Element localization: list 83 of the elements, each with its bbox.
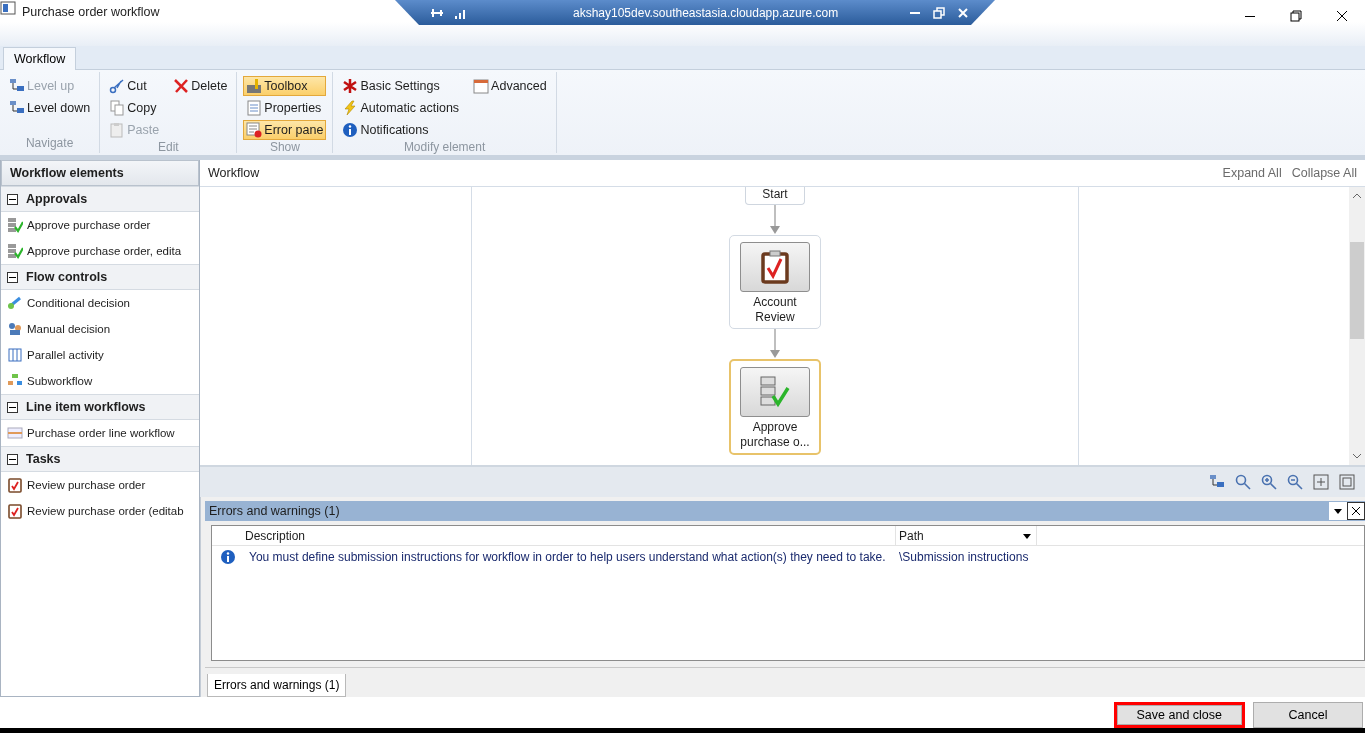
copy-icon xyxy=(109,100,126,116)
clipboard-check-icon xyxy=(7,477,23,493)
path-cell-text: \Submission instructions xyxy=(898,550,1029,564)
close-button[interactable] xyxy=(1347,502,1365,520)
panel-title: Workflow elements xyxy=(1,160,199,186)
group-label: Edit xyxy=(156,140,180,156)
delete-icon xyxy=(173,78,190,94)
pane-title: Errors and warnings (1) xyxy=(209,504,340,518)
approval-icon xyxy=(7,243,23,259)
approval-icon xyxy=(7,217,23,233)
collapse-toggle[interactable] xyxy=(7,453,18,465)
zoom-in-icon xyxy=(1261,474,1277,491)
app-icon xyxy=(0,0,16,16)
footer-button[interactable]: Cancel xyxy=(1253,702,1363,728)
element-item[interactable]: Purchase order line workflow xyxy=(1,420,199,446)
group-label: Navigate xyxy=(24,136,75,152)
element-item[interactable]: Review purchase order xyxy=(1,472,199,498)
section-label: Tasks xyxy=(26,452,61,466)
collapse-toggle[interactable] xyxy=(7,193,18,205)
clipboard-icon xyxy=(109,122,126,138)
section-label: Line item workflows xyxy=(26,400,146,414)
element-item[interactable]: Conditional decision xyxy=(1,290,199,316)
caret-icon xyxy=(1022,531,1032,540)
fit-icon xyxy=(1313,474,1329,491)
connector-arrow xyxy=(769,204,781,235)
workflow-node[interactable]: Approve purchase o... xyxy=(729,358,821,455)
description-cell-text: You must define submission instructions for workflow in order to help users understand what action(s) they need to take. xyxy=(248,550,887,564)
restore-icon xyxy=(931,4,947,21)
people-icon xyxy=(7,321,23,337)
column-header[interactable]: Description xyxy=(242,526,896,545)
section-label: Flow controls xyxy=(26,270,108,284)
minimize-icon xyxy=(1245,15,1255,17)
close-icon xyxy=(1350,505,1362,517)
node-label: Approve purchase o... xyxy=(739,419,811,450)
element-item[interactable]: Subworkflow xyxy=(1,368,199,394)
collapse-toggle[interactable] xyxy=(7,271,18,283)
element-item[interactable]: Parallel activity xyxy=(1,342,199,368)
info-icon xyxy=(342,122,359,138)
scroll-down-icon xyxy=(1352,452,1362,461)
info-icon xyxy=(220,549,236,565)
node-label: Account Review xyxy=(752,294,798,325)
group-label: Show xyxy=(268,140,301,156)
column-header[interactable]: Path xyxy=(896,526,1037,545)
caret-icon xyxy=(1333,507,1343,515)
line-workflow-icon xyxy=(7,425,23,441)
hierarchy-icon xyxy=(9,100,25,116)
group-label: Modify element xyxy=(402,140,487,156)
calendar-icon xyxy=(473,78,490,94)
pane-tab[interactable]: Errors and warnings (1) xyxy=(207,674,347,697)
element-item[interactable]: Approve purchase order xyxy=(1,212,199,238)
canvas-title: Workflow xyxy=(208,165,260,180)
element-item[interactable]: Manual decision xyxy=(1,316,199,342)
minimize-icon xyxy=(910,11,920,14)
workflow-node[interactable]: Account Review xyxy=(729,234,821,329)
toolbox-icon xyxy=(246,78,263,94)
dropdown-button[interactable] xyxy=(1329,502,1347,520)
start-node[interactable]: Start xyxy=(745,186,805,205)
element-item[interactable]: Approve purchase order, edita xyxy=(1,238,199,264)
window-title: Purchase order workflow xyxy=(22,5,160,19)
clipboard-check-icon xyxy=(7,503,23,519)
frame-icon xyxy=(1339,474,1355,491)
hierarchy-icon xyxy=(9,78,25,94)
connector-arrow xyxy=(769,328,781,359)
collapse-toggle[interactable] xyxy=(7,401,18,413)
error-pane-icon xyxy=(246,122,263,138)
scrollbar[interactable] xyxy=(1349,186,1365,466)
scroll-up-icon xyxy=(1352,191,1362,200)
asterisk-icon xyxy=(342,78,359,94)
header-link[interactable]: Expand All xyxy=(1222,165,1282,180)
host-name: akshay105dev.southeastasia.cloudapp.azure.com xyxy=(573,5,840,20)
header-link[interactable]: Collapse All xyxy=(1291,165,1357,180)
element-item[interactable]: Review purchase order (editab xyxy=(1,498,199,524)
zoom-out-icon xyxy=(1287,474,1303,491)
lightning-icon xyxy=(342,100,359,116)
restore-icon xyxy=(1288,8,1304,24)
magnifier-icon xyxy=(1235,474,1251,491)
section-label: Approvals xyxy=(26,192,88,206)
ribbon-tab[interactable]: Workflow xyxy=(3,47,77,70)
close-icon xyxy=(1334,8,1350,24)
error-row[interactable]: You must define submission instructions for workflow in order to help users understand what action(s) they need to take. \Submission instructions xyxy=(212,546,1364,568)
properties-icon xyxy=(246,100,263,116)
parallel-icon xyxy=(7,347,23,363)
footer-button[interactable]: Save and close xyxy=(1113,702,1245,728)
